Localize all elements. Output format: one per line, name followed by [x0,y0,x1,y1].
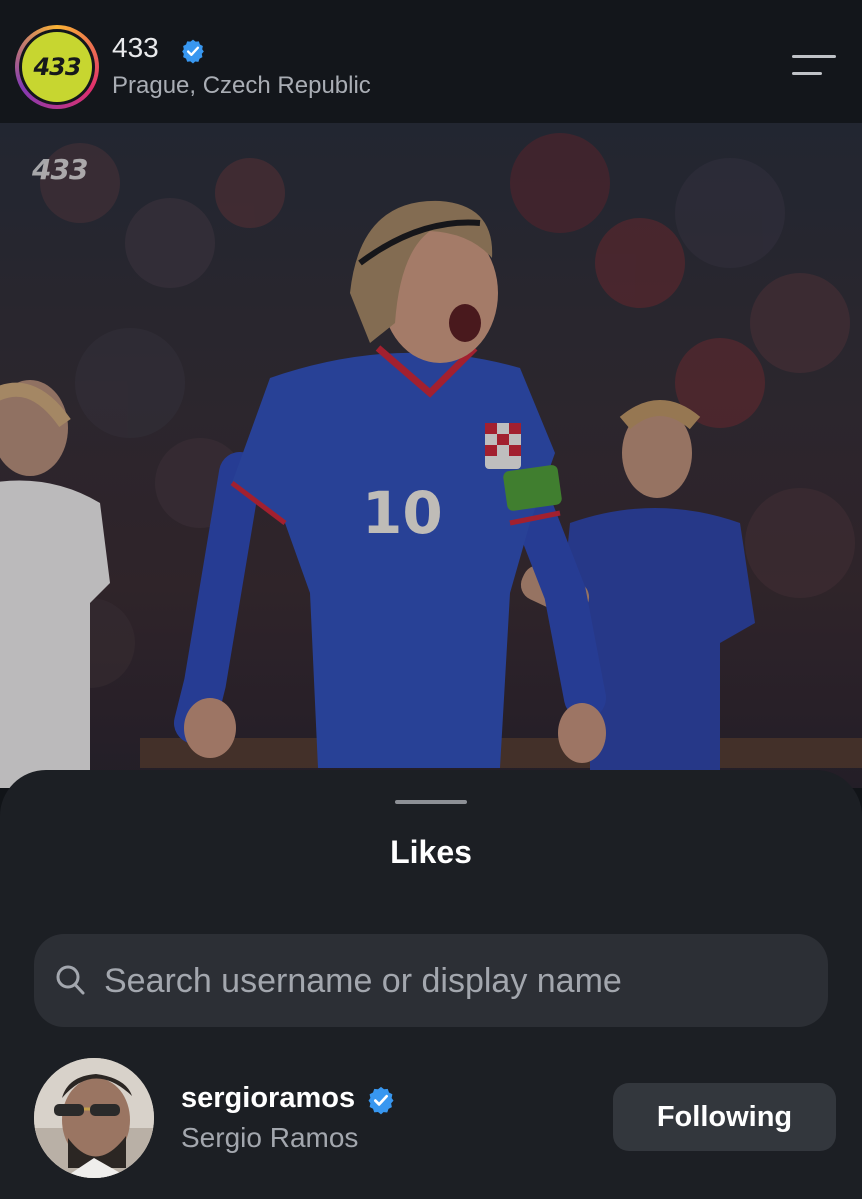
search-icon [56,964,86,1001]
likes-sheet: Likes sergioramos [0,770,862,1199]
search-bar[interactable] [34,934,828,1029]
verified-badge-icon [180,38,206,69]
avatar-border: 433 [19,29,95,105]
menu-line-bottom [792,72,822,75]
menu-icon[interactable] [792,52,838,82]
sheet-drag-handle[interactable] [395,800,467,804]
sheet-title: Likes [390,834,472,870]
list-item[interactable]: sergioramos Sergio Ramos Following [0,1058,862,1178]
post-location[interactable]: Prague, Czech Republic [112,72,371,100]
post-header: 433 433 Prague, Czech Republic [0,0,862,123]
username[interactable]: sergioramos [181,1082,355,1115]
avatar-logo: 433 [22,32,92,102]
account-name[interactable]: 433 [112,32,159,64]
avatar-photo [34,1058,154,1178]
search-input[interactable] [102,934,806,1029]
photo-watermark: 433 [32,153,88,186]
account-avatar[interactable]: 433 [15,25,99,109]
verified-badge-icon [366,1085,396,1120]
menu-line-top [792,55,836,58]
display-name: Sergio Ramos [181,1122,359,1153]
avatar[interactable] [34,1058,154,1178]
photo-illustration: 10 [0,123,862,788]
following-button[interactable]: Following [613,1083,836,1151]
post-photo[interactable]: 10 433 [0,123,862,788]
